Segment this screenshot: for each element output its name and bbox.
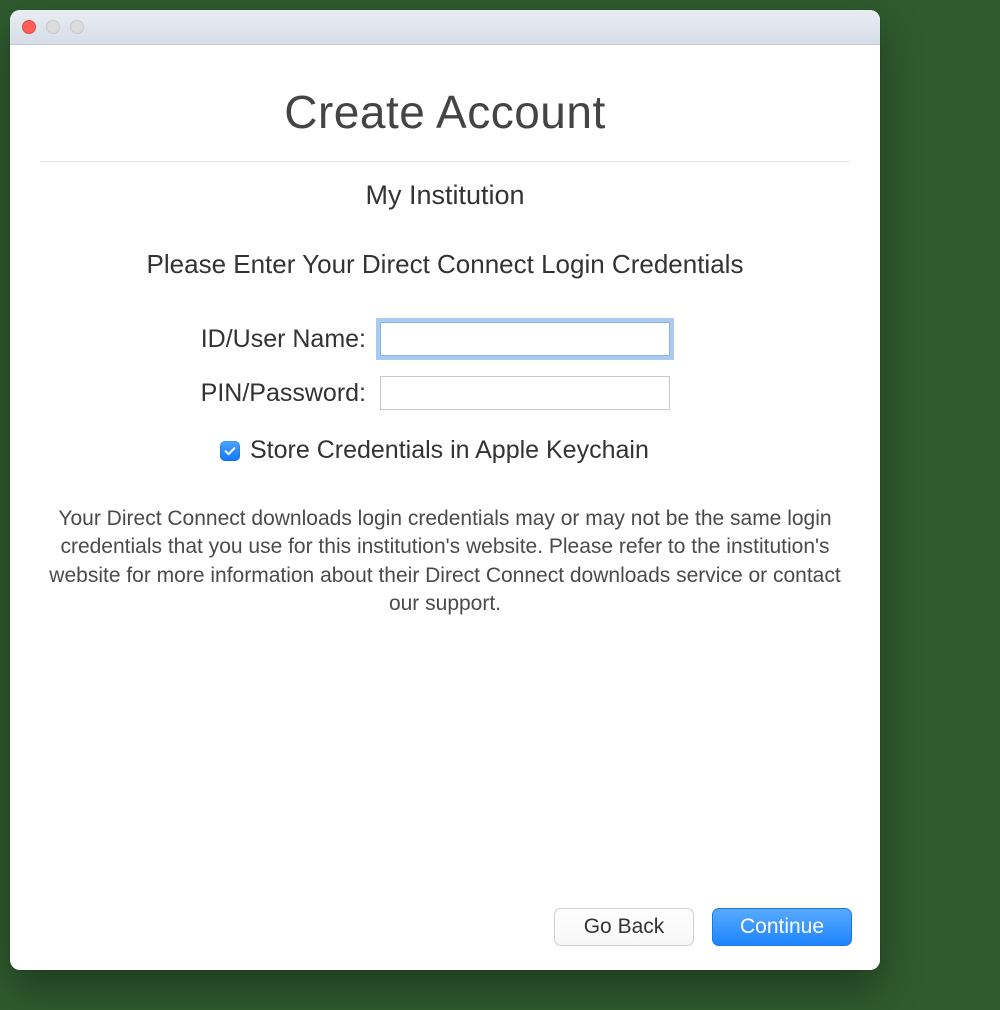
password-label: PIN/Password: <box>40 379 380 408</box>
window-minimize-icon[interactable] <box>46 20 60 34</box>
dialog-footer: Go Back Continue <box>554 908 852 946</box>
username-label: ID/User Name: <box>40 325 380 354</box>
continue-button[interactable]: Continue <box>712 908 852 946</box>
password-field[interactable] <box>380 376 670 410</box>
username-field[interactable] <box>380 322 670 356</box>
keychain-checkbox[interactable] <box>220 441 240 461</box>
go-back-button[interactable]: Go Back <box>554 908 694 946</box>
page-title: Create Account <box>40 85 850 139</box>
credentials-note: Your Direct Connect downloads login cred… <box>40 505 850 618</box>
dialog-content: Create Account My Institution Please Ent… <box>10 45 880 618</box>
keychain-label: Store Credentials in Apple Keychain <box>250 436 649 465</box>
window-close-icon[interactable] <box>22 20 36 34</box>
institution-name: My Institution <box>40 180 850 211</box>
window-zoom-icon[interactable] <box>70 20 84 34</box>
keychain-row: Store Credentials in Apple Keychain <box>220 436 850 465</box>
dialog-window: Create Account My Institution Please Ent… <box>10 10 880 970</box>
window-titlebar <box>10 10 880 45</box>
credentials-prompt: Please Enter Your Direct Connect Login C… <box>40 249 850 280</box>
credentials-form: ID/User Name: PIN/Password: <box>40 322 850 410</box>
checkmark-icon <box>223 444 237 458</box>
divider <box>40 161 850 162</box>
